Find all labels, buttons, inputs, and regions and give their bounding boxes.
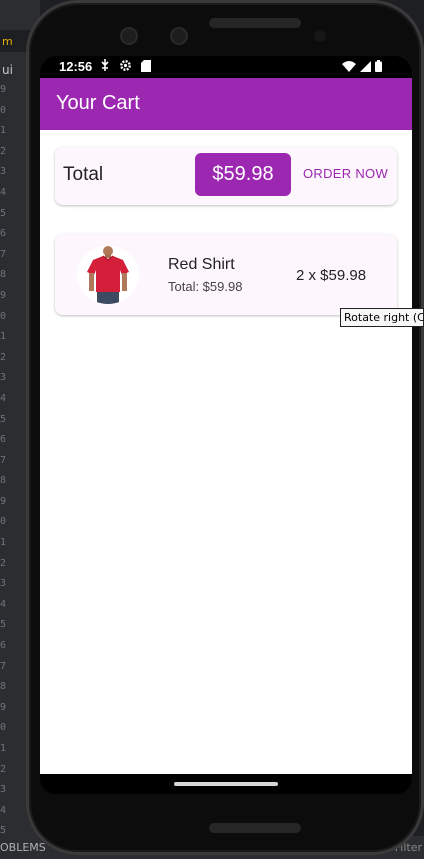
- total-label: Total: [63, 164, 104, 185]
- line-number: 8: [0, 681, 7, 693]
- line-number: 7: [0, 660, 7, 672]
- line-number: 0: [0, 104, 7, 116]
- line-number: 3: [0, 784, 7, 796]
- status-time: 12:56: [59, 59, 93, 74]
- cart-item[interactable]: Red Shirt Total: $59.98 2 x $59.98: [55, 234, 397, 315]
- line-number: 5: [0, 619, 7, 631]
- line-number: 1: [0, 743, 7, 754]
- cart-content: Total $59.98 ORDER NOW Red Shirt Total: …: [40, 130, 412, 774]
- line-number: 0: [0, 722, 7, 734]
- line-number: 6: [0, 434, 7, 446]
- line-number: 9: [0, 495, 7, 507]
- wifi-icon: [342, 60, 356, 72]
- ide-tab[interactable]: m: [2, 35, 13, 48]
- front-camera-icon: [170, 27, 188, 45]
- line-number: 7: [0, 248, 7, 260]
- total-card: Total $59.98 ORDER NOW: [55, 147, 397, 205]
- line-number: 2: [0, 557, 7, 569]
- line-number: 9: [0, 289, 7, 301]
- line-number: 7: [0, 454, 7, 466]
- status-notification-icons: [100, 59, 152, 73]
- line-number: 1: [0, 125, 7, 137]
- line-number: 6: [0, 228, 7, 240]
- status-system-icons: [342, 60, 382, 72]
- line-number: 8: [0, 475, 7, 487]
- line-number: 1: [0, 331, 7, 343]
- ide-breadcrumb[interactable]: ui: [2, 63, 13, 77]
- top-speaker: [209, 18, 301, 28]
- line-number: 3: [0, 578, 7, 590]
- front-camera-icon: [120, 27, 138, 45]
- line-number: 9: [0, 84, 7, 95]
- page-title: Your Cart: [56, 92, 140, 114]
- item-total: Total: $59.98: [168, 279, 243, 294]
- line-number: 3: [0, 166, 7, 178]
- signal-icon: [360, 60, 371, 72]
- usb-debug-icon: [101, 59, 109, 71]
- navigation-bar: [40, 774, 412, 794]
- line-number: 5: [0, 207, 7, 219]
- line-number: 6: [0, 640, 7, 652]
- device-screen: 12:56 Your Cart Total $59.98 ORDER NOW R…: [40, 56, 412, 794]
- line-number: 9: [0, 701, 7, 713]
- problems-tab[interactable]: OBLEMS: [0, 841, 46, 854]
- order-now-button[interactable]: ORDER NOW: [303, 166, 388, 181]
- sd-card-icon: [141, 60, 152, 72]
- line-number: 4: [0, 804, 7, 816]
- line-number: 1: [0, 537, 7, 549]
- line-number: 0: [0, 516, 7, 528]
- line-numbers: 901234567890123456789012345678901234567: [0, 80, 8, 859]
- proximity-sensor: [314, 30, 326, 42]
- total-amount-chip: $59.98: [195, 153, 291, 196]
- line-number: 4: [0, 186, 7, 198]
- line-number: 2: [0, 145, 7, 157]
- line-number: 3: [0, 372, 7, 384]
- settings-gear-icon: [120, 60, 131, 71]
- app-bar: Your Cart: [40, 78, 412, 130]
- line-number: 0: [0, 310, 7, 322]
- rotate-tooltip: Rotate right (Ct: [340, 308, 424, 327]
- line-number: 2: [0, 351, 7, 363]
- line-number: 4: [0, 392, 7, 404]
- red-shirt-image: [77, 246, 139, 304]
- line-number: 2: [0, 763, 7, 775]
- item-name: Red Shirt: [168, 256, 235, 273]
- status-bar: 12:56: [40, 56, 412, 78]
- item-quantity-price: 2 x $59.98: [296, 267, 367, 284]
- battery-icon: [375, 60, 382, 72]
- line-number: 4: [0, 598, 7, 610]
- bottom-speaker: [209, 823, 301, 833]
- home-gesture-handle[interactable]: [174, 782, 278, 786]
- line-number: 5: [0, 413, 7, 425]
- line-number: 8: [0, 269, 7, 281]
